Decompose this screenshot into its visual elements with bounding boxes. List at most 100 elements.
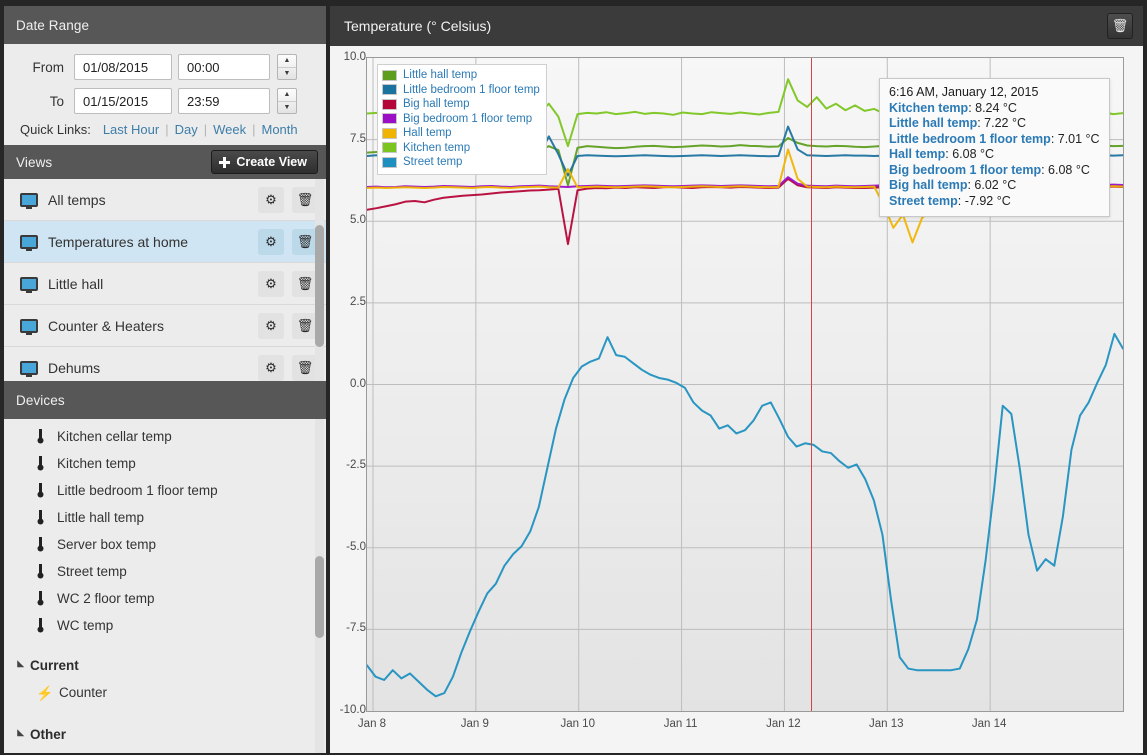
device-label: Little hall temp [57, 510, 145, 525]
tooltip-series-name: Hall temp [889, 147, 946, 161]
views-list[interactable]: All temps ⚙ 🗑 Temperatures at home ⚙ 🗑 L… [4, 179, 326, 381]
device-group-current[interactable]: Current [4, 651, 326, 679]
tooltip-row: Little bedroom 1 floor temp: 7.01 °C [889, 131, 1100, 146]
legend-label: Hall temp [403, 127, 452, 140]
x-axis-tick-label: Jan 9 [460, 718, 489, 730]
to-time-input[interactable]: 23:59 [178, 88, 270, 114]
devices-list[interactable]: Kitchen cellar temp Kitchen temp Little … [4, 419, 326, 753]
legend-item[interactable]: Little hall temp [382, 68, 540, 83]
device-item[interactable]: WC temp [4, 612, 326, 639]
from-spinner-up-icon[interactable]: ▲ [278, 55, 296, 68]
legend-label: Kitchen temp [403, 141, 471, 154]
legend-item[interactable]: Hall temp [382, 126, 540, 141]
tooltip-series-name: Little bedroom 1 floor temp [889, 131, 1051, 146]
device-item[interactable]: Kitchen temp [4, 450, 326, 477]
from-spinner[interactable]: ▲ ▼ [277, 54, 297, 80]
view-row[interactable]: All temps ⚙ 🗑 [4, 179, 326, 221]
view-settings-gear-icon[interactable]: ⚙ [258, 270, 284, 297]
chart-delete-trash-icon[interactable]: 🗑 [1107, 13, 1133, 39]
device-item[interactable]: Little hall temp [4, 504, 326, 531]
from-label: From [32, 59, 65, 75]
views-scrollbar-thumb[interactable] [315, 225, 324, 347]
thermometer-icon [36, 591, 45, 606]
device-group-other[interactable]: Other [4, 720, 326, 748]
device-item[interactable]: Server box temp [4, 531, 326, 558]
device-label: Kitchen temp [57, 456, 136, 471]
view-settings-gear-icon[interactable]: ⚙ [258, 354, 284, 381]
chart-legend[interactable]: Little hall temp Little bedroom 1 floor t… [377, 64, 547, 175]
tooltip-series-name: Big hall temp [889, 178, 968, 192]
to-spinner[interactable]: ▲ ▼ [277, 88, 297, 114]
legend-item[interactable]: Little bedroom 1 floor temp [382, 83, 540, 98]
left-sidebar: Date Range From 01/08/2015 00:00 ▲ ▼ To … [4, 6, 326, 753]
date-range-body: From 01/08/2015 00:00 ▲ ▼ To 01/15/2015 … [4, 44, 326, 145]
device-item[interactable]: Kitchen cellar temp [4, 423, 326, 450]
from-spinner-down-icon[interactable]: ▼ [278, 68, 296, 80]
device-label: Server box temp [57, 537, 157, 552]
device-item[interactable]: Street temp [4, 558, 326, 585]
tooltip-series-name: Street temp [889, 193, 958, 208]
legend-item[interactable]: Big bedroom 1 floor temp [382, 112, 540, 127]
x-axis-tick-label: Jan 12 [766, 718, 801, 730]
device-label: WC temp [57, 618, 114, 633]
legend-label: Big hall temp [403, 98, 470, 111]
device-item[interactable]: Big bedroom 1 floor humidity [4, 748, 326, 753]
view-row[interactable]: Counter & Heaters ⚙ 🗑 [4, 305, 326, 347]
chart-header: Temperature (° Celsius) 🗑 [330, 6, 1143, 46]
monitor-icon [20, 360, 38, 377]
date-range-from-row: From 01/08/2015 00:00 ▲ ▼ [4, 54, 326, 80]
thermometer-icon [36, 537, 45, 552]
tooltip-row: Big bedroom 1 floor temp: 6.08 °C [889, 162, 1090, 177]
device-group-label: Other [30, 726, 67, 742]
to-spinner-up-icon[interactable]: ▲ [278, 89, 296, 102]
to-spinner-down-icon[interactable]: ▼ [278, 102, 296, 114]
device-item[interactable]: WC 2 floor temp [4, 585, 326, 612]
x-axis-tick-label: Jan 10 [560, 718, 595, 730]
y-axis-tick-label: -10.0 [339, 704, 366, 716]
view-label: Counter & Heaters [48, 317, 164, 334]
view-settings-gear-icon[interactable]: ⚙ [258, 228, 284, 255]
y-axis-tick-label: 0.0 [350, 377, 366, 390]
quick-link-last-hour[interactable]: Last Hour [97, 122, 165, 137]
device-item[interactable]: Little bedroom 1 floor temp [4, 477, 326, 504]
legend-color-swatch [382, 142, 397, 154]
app-root: Date Range From 01/08/2015 00:00 ▲ ▼ To … [0, 0, 1147, 755]
y-axis-tick-label: -5.0 [346, 540, 366, 553]
to-date-input[interactable]: 01/15/2015 [74, 88, 172, 114]
view-label: Temperatures at home [48, 233, 189, 250]
thermometer-icon [36, 618, 45, 633]
tooltip-row: Kitchen temp: 8.24 °C [889, 100, 1017, 115]
x-axis-tick-label: Jan 11 [663, 718, 698, 730]
view-settings-gear-icon[interactable]: ⚙ [258, 312, 284, 339]
y-axis-tick-label: 7.5 [350, 132, 366, 145]
device-label: Kitchen cellar temp [57, 429, 172, 444]
legend-item[interactable]: Big hall temp [382, 97, 540, 112]
legend-color-swatch [382, 69, 397, 81]
x-axis-tick-label: Jan 13 [869, 718, 904, 730]
devices-scrollbar-thumb[interactable] [315, 556, 324, 638]
legend-label: Little hall temp [403, 69, 478, 82]
legend-item[interactable]: Kitchen temp [382, 141, 540, 156]
plot-area[interactable]: Little hall temp Little bedroom 1 floor t… [366, 57, 1124, 712]
quick-link-day[interactable]: Day [169, 122, 204, 137]
view-settings-gear-icon[interactable]: ⚙ [258, 186, 284, 213]
collapse-triangle-icon [13, 659, 25, 671]
view-row[interactable]: Dehums ⚙ 🗑 [4, 347, 326, 381]
quick-link-month[interactable]: Month [255, 122, 303, 137]
cursor-crosshair-line [811, 58, 813, 711]
view-row[interactable]: Little hall ⚙ 🗑 [4, 263, 326, 305]
thermometer-icon [36, 456, 45, 471]
legend-color-swatch [382, 127, 397, 139]
device-item[interactable]: ⚡ Counter [4, 679, 326, 706]
legend-item[interactable]: Street temp [382, 155, 540, 170]
create-view-button[interactable]: Create View [211, 150, 318, 174]
legend-label: Big bedroom 1 floor temp [403, 112, 533, 125]
device-group-label: Current [30, 657, 79, 673]
view-row-selected[interactable]: Temperatures at home ⚙ 🗑 [4, 221, 326, 263]
date-range-title: Date Range [16, 17, 90, 33]
from-date-input[interactable]: 01/08/2015 [74, 54, 172, 80]
from-time-input[interactable]: 00:00 [178, 54, 270, 80]
legend-color-swatch [382, 84, 397, 96]
quick-link-week[interactable]: Week [207, 122, 252, 137]
legend-color-swatch [382, 98, 397, 110]
